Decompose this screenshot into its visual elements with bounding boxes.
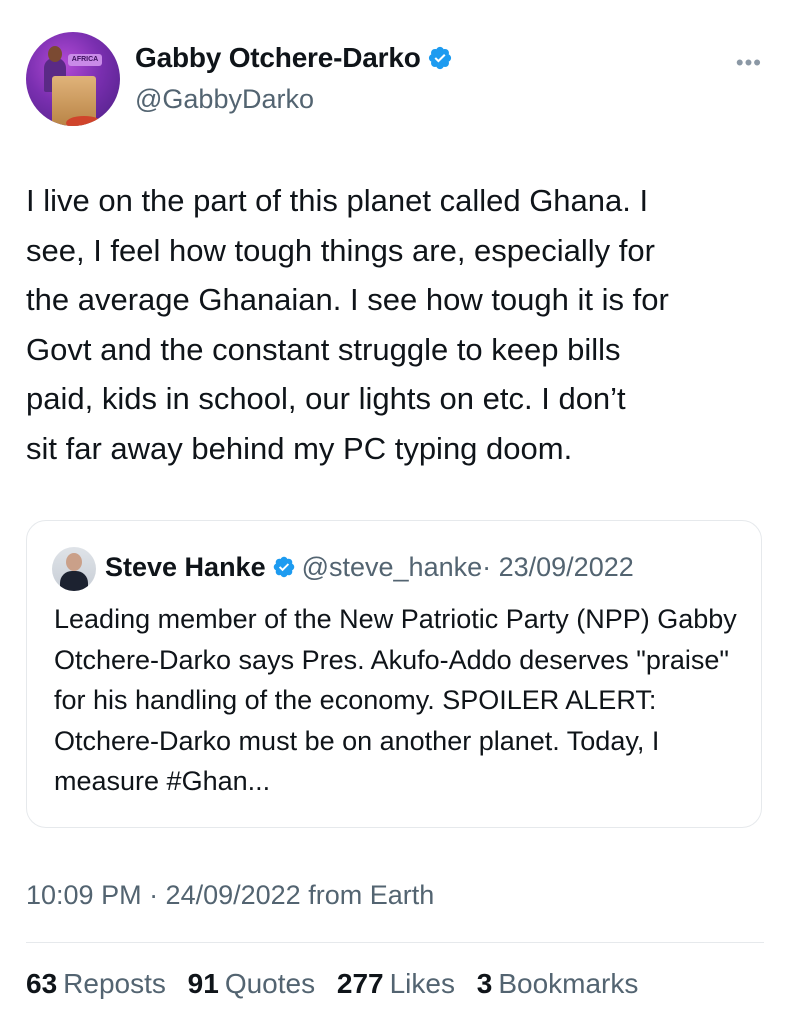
divider (26, 942, 764, 943)
stat-label: Bookmarks (498, 968, 639, 999)
quote-header: Steve Hanke @steve_hanke· 23/09/2022 (105, 552, 634, 583)
stat-label: Likes (389, 968, 455, 999)
stat-reposts[interactable]: 63 Reposts (26, 968, 166, 1000)
engagement-stats: 63 Reposts 91 Quotes 277 Likes 3 Bookmarks (26, 968, 652, 1000)
stat-count: 91 (187, 968, 219, 999)
quote-avatar-head (66, 553, 82, 571)
stat-count: 277 (336, 968, 384, 999)
quote-author-avatar[interactable] (52, 547, 96, 591)
avatar-flowers (66, 116, 102, 126)
more-horizontal-icon[interactable]: ••• (736, 50, 762, 76)
stat-count: 3 (476, 968, 493, 999)
verified-badge-icon (428, 46, 451, 70)
quote-date[interactable]: · 23/09/2022 (482, 552, 634, 582)
stat-label: Reposts (63, 968, 166, 999)
stat-likes[interactable]: 277 Likes (337, 968, 455, 1000)
quote-avatar-body (60, 571, 88, 591)
author-name-row[interactable]: Gabby Otchere-Darko (135, 42, 453, 74)
tweet-text: I live on the part of this planet called… (26, 183, 669, 466)
quote-handle[interactable]: @steve_hanke (302, 552, 483, 582)
tweet-timestamp[interactable]: 10:09 PM · 24/09/2022 from Earth (26, 880, 434, 911)
author-handle[interactable]: @GabbyDarko (135, 84, 314, 115)
avatar-sign: AFRICA (68, 54, 102, 66)
stat-label: Quotes (224, 968, 316, 999)
stat-bookmarks[interactable]: 3 Bookmarks (477, 968, 639, 1000)
quote-text: Leading member of the New Patriotic Part… (54, 604, 737, 796)
author-avatar[interactable]: AFRICA (26, 32, 120, 126)
quote-display-name[interactable]: Steve Hanke (105, 552, 266, 582)
author-display-name[interactable]: Gabby Otchere-Darko (135, 42, 421, 73)
stat-quotes[interactable]: 91 Quotes (188, 968, 315, 1000)
avatar-head (48, 46, 62, 62)
verified-badge-icon (273, 556, 294, 578)
stat-count: 63 (26, 968, 58, 999)
quoted-tweet-card[interactable]: Steve Hanke @steve_hanke· 23/09/2022 Lead… (26, 520, 762, 828)
